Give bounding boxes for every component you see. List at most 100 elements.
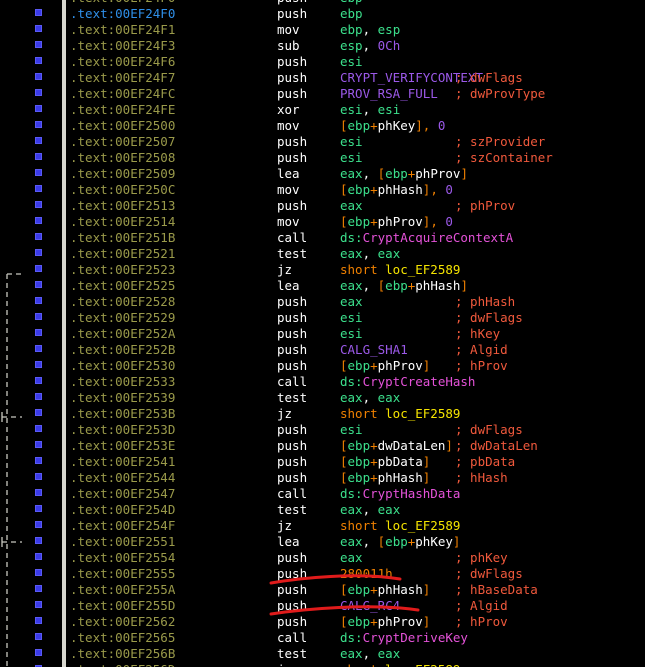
line-operands[interactable]: short loc_EF2589 [340, 406, 460, 422]
line-operands[interactable]: 280011h [340, 566, 393, 582]
line-operands[interactable]: esi [340, 134, 363, 150]
disassembly-line[interactable]: .text:00EF24F6 push esi [0, 54, 645, 70]
line-operands[interactable]: eax, [ebp+phProv] [340, 166, 468, 182]
line-operands[interactable]: eax, eax [340, 502, 400, 518]
line-operands[interactable]: eax, eax [340, 646, 400, 662]
line-address: .text:00EF254F [70, 518, 176, 533]
disassembly-line[interactable]: .text:00EF2555 push 280011h ; dwFlags [0, 566, 645, 582]
disassembly-line[interactable]: .text:00EF252A push esi ; hKey [0, 326, 645, 342]
line-operands[interactable]: ds:CryptDeriveKey [340, 630, 468, 646]
disassembly-line[interactable]: .text:00EF2523 jz short loc_EF2589 [0, 262, 645, 278]
disassembly-line[interactable]: .text:00EF2544 push [ebp+phHash] ; hHash [0, 470, 645, 486]
disassembly-line[interactable]: .text:00EF24F3 sub esp, 0Ch [0, 38, 645, 54]
line-operands[interactable]: esi [340, 326, 363, 342]
operand-token-brk: ], [422, 182, 446, 197]
line-operands[interactable]: [ebp+phHash] [340, 582, 430, 598]
disassembly-line[interactable]: .text:00EF2509 lea eax, [ebp+phProv] [0, 166, 645, 182]
line-operands[interactable]: ds:CryptAcquireContextA [340, 230, 513, 246]
line-operands[interactable]: ds:CryptCreateHash [340, 374, 475, 390]
disassembly-line[interactable]: .text:00EF2530 push [ebp+phProv] ; hProv [0, 358, 645, 374]
disassembly-line[interactable]: .text:00EF2565 call ds:CryptDeriveKey [0, 630, 645, 646]
disassembly-line[interactable]: .text:00EF24F1 mov ebp, esp [0, 22, 645, 38]
line-operands[interactable]: short loc_EF2589 [340, 662, 460, 667]
line-operands[interactable]: esi [340, 310, 363, 326]
line-operands[interactable]: CALG_RC4 [340, 598, 400, 614]
line-operands[interactable]: short loc_EF2589 [340, 262, 460, 278]
line-address: .text:00EF253B [70, 406, 176, 421]
line-operands[interactable]: [ebp+dwDataLen] [340, 438, 453, 454]
operand-token-brk: + [370, 454, 378, 469]
disassembly-line[interactable]: .text:00EF2521 test eax, eax [0, 246, 645, 262]
line-operands[interactable]: eax [340, 198, 363, 214]
line-mnemonic: test [277, 646, 308, 661]
line-operands[interactable]: ebp [340, 6, 363, 22]
disassembly-line[interactable]: .text:00EF2500 mov [ebp+phKey], 0 [0, 118, 645, 134]
line-operands[interactable]: ebp, esp [340, 22, 400, 38]
disassembly-line[interactable]: .text:00EF2533 call ds:CryptCreateHash [0, 374, 645, 390]
line-address: .text:00EF2500 [70, 118, 176, 133]
disassembly-line[interactable]: .text:00EF2551 lea eax, [ebp+phKey] [0, 534, 645, 550]
disassembly-line[interactable]: .text:00EF2539 test eax, eax [0, 390, 645, 406]
line-operands[interactable]: eax, [ebp+phKey] [340, 534, 460, 550]
disassembly-line[interactable]: .text:00EF24F7 push CRYPT_VERIFYCONTEXT; d… [0, 70, 645, 86]
line-operands[interactable]: PROV_RSA_FULL [340, 86, 438, 102]
ida-disassembly-view[interactable]: .text:00EF24F0pushebp.text:00EF24F0pushe… [0, 0, 645, 667]
line-mnemonic: push [277, 86, 308, 101]
line-mnemonic: jz [277, 262, 293, 277]
line-operands[interactable]: eax, eax [340, 390, 400, 406]
disassembly-line[interactable]: .text:00EF24F0 push ebp [0, 6, 645, 22]
line-operands[interactable]: [ebp+phProv], 0 [340, 214, 453, 230]
disassembly-line[interactable]: .text:00EF256B test eax, eax [0, 646, 645, 662]
line-operands[interactable]: esi, esi [340, 102, 400, 118]
disassembly-line[interactable]: .text:00EF2562 push [ebp+phProv] ; hProv [0, 614, 645, 630]
disassembly-line[interactable]: .text:00EF253E push [ebp+dwDataLen]; dwDat… [0, 438, 645, 454]
line-operands[interactable]: [ebp+phHash], 0 [340, 182, 453, 198]
line-operands[interactable]: esi [340, 422, 363, 438]
disassembly-line[interactable]: .text:00EF24FE xor esi, esi [0, 102, 645, 118]
disassembly-line[interactable]: .text:00EF251B call ds:CryptAcquireContext… [0, 230, 645, 246]
disassembly-line[interactable]: .text:00EF250C mov [ebp+phHash], 0 [0, 182, 645, 198]
line-address: .text:00EF2541 [70, 454, 176, 469]
line-operands[interactable]: eax [340, 294, 363, 310]
line-operands[interactable]: [ebp+phHash] [340, 470, 430, 486]
disassembly-line[interactable]: .text:00EF2529 push esi ; dwFlags [0, 310, 645, 326]
disassembly-line[interactable]: .text:00EF2507 push esi ; szProvider [0, 134, 645, 150]
disassembly-line[interactable]: .text:00EF254D test eax, eax [0, 502, 645, 518]
disassembly-line[interactable]: .text:00EF253B jz short loc_EF2589 [0, 406, 645, 422]
line-operands[interactable]: [ebp+phProv] [340, 614, 430, 630]
disassembly-line[interactable]: .text:00EF2525 lea eax, [ebp+phHash] [0, 278, 645, 294]
line-operands[interactable]: eax [340, 550, 363, 566]
disassembly-line[interactable]: .text:00EF254F jz short loc_EF2589 [0, 518, 645, 534]
disassembly-line[interactable]: .text:00EF2541 push [ebp+pbData] ; pbData [0, 454, 645, 470]
line-comment: ; hProv [455, 358, 508, 373]
operand-token-cnst: PROV_RSA_FULL [340, 86, 438, 101]
disassembly-line[interactable]: .text:00EF2554 push eax ; phKey [0, 550, 645, 566]
disassembly-listing[interactable]: .text:00EF24F0pushebp.text:00EF24F0pushe… [0, 0, 645, 667]
disassembly-line[interactable]: .text:00EF253D push esi ; dwFlags [0, 422, 645, 438]
line-operands[interactable]: [ebp+pbData] [340, 454, 430, 470]
line-operands[interactable]: esp, 0Ch [340, 38, 400, 54]
disassembly-line[interactable]: .text:00EF255D push CALG_RC4 ; Algid [0, 598, 645, 614]
disassembly-line[interactable]: .text:00EF2547 call ds:CryptHashData [0, 486, 645, 502]
disassembly-line[interactable]: .text:00EF2514 mov [ebp+phProv], 0 [0, 214, 645, 230]
disassembly-line[interactable]: .text:00EF24FC push PROV_RSA_FULL ; dwProvT… [0, 86, 645, 102]
line-address: .text:00EF252A [70, 326, 176, 341]
disassembly-line[interactable]: .text:00EF2513 push eax ; phProv [0, 198, 645, 214]
line-operands[interactable]: ds:CryptHashData [340, 486, 460, 502]
operand-token-kw: short [340, 406, 386, 421]
line-operands[interactable]: eax, [ebp+phHash] [340, 278, 468, 294]
operand-token-brk: [ [340, 582, 348, 597]
disassembly-line[interactable]: .text:00EF252B push CALG_SHA1 ; Algid [0, 342, 645, 358]
disassembly-line[interactable]: .text:00EF255A push [ebp+phHash] ; hBaseDat… [0, 582, 645, 598]
line-operands[interactable]: CALG_SHA1 [340, 342, 408, 358]
line-operands[interactable]: [ebp+phProv] [340, 358, 430, 374]
line-address: .text:00EF2528 [70, 294, 176, 309]
line-operands[interactable]: short loc_EF2589 [340, 518, 460, 534]
disassembly-line[interactable]: .text:00EF2508 push esi ; szContainer [0, 150, 645, 166]
disassembly-line[interactable]: .text:00EF256D jz short loc_EF2589 [0, 662, 645, 667]
disassembly-line[interactable]: .text:00EF2528 push eax ; phHash [0, 294, 645, 310]
line-operands[interactable]: esi [340, 54, 363, 70]
line-operands[interactable]: [ebp+phKey], 0 [340, 118, 445, 134]
line-operands[interactable]: eax, eax [340, 246, 400, 262]
line-operands[interactable]: esi [340, 150, 363, 166]
